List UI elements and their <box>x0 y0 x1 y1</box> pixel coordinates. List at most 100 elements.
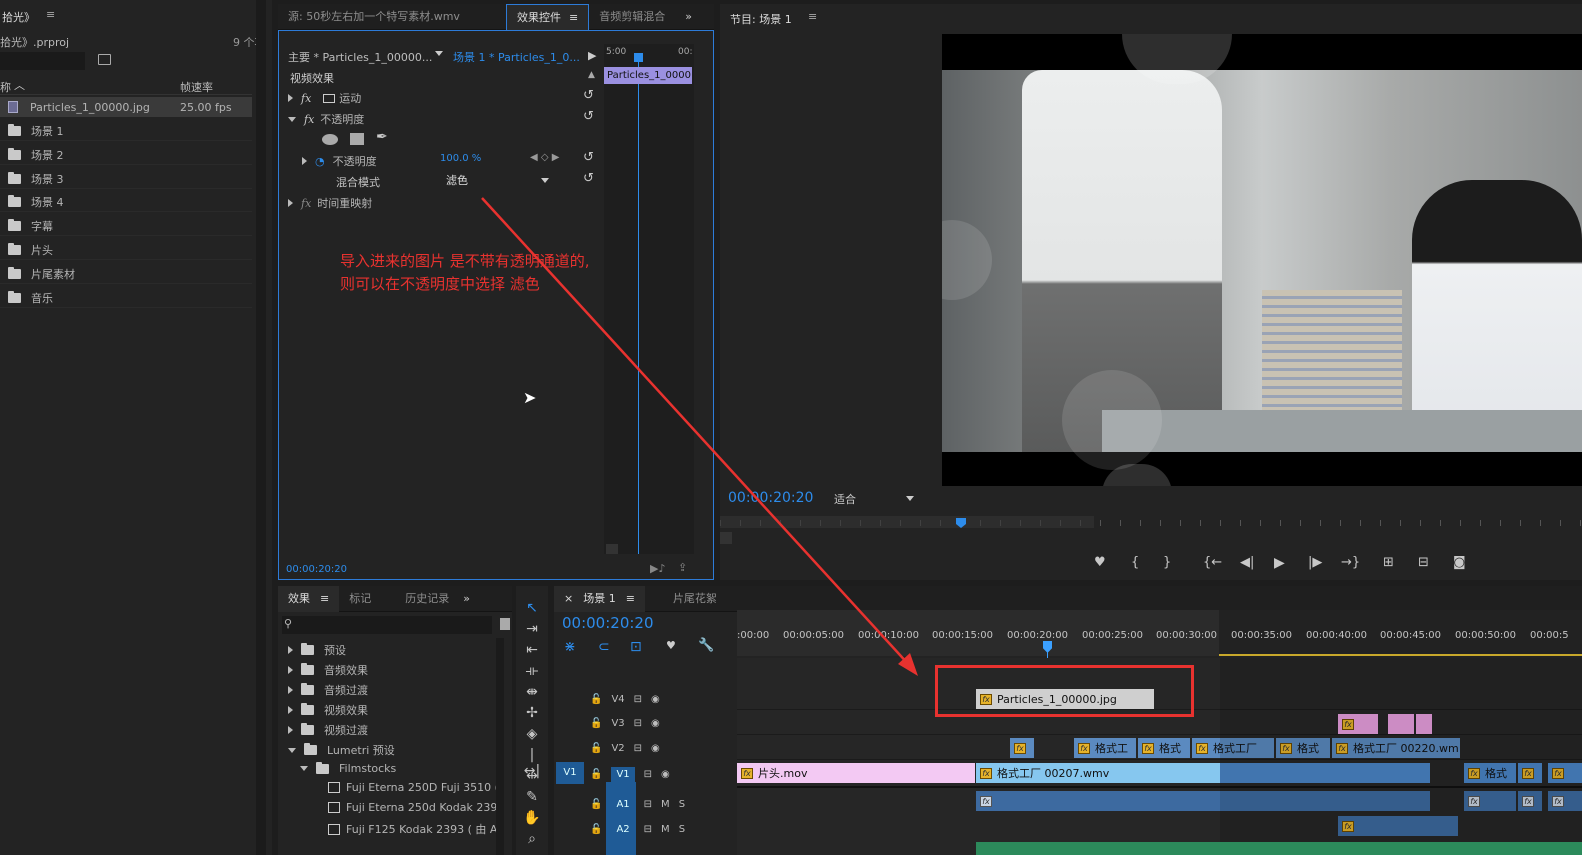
rolling-edit-tool-icon[interactable]: ⟛ <box>522 663 542 679</box>
go-to-out-icon[interactable]: →} <box>1341 555 1360 570</box>
hand-tool-icon[interactable]: ✋ <box>522 810 542 826</box>
project-item-subtitles[interactable]: 字幕 <box>0 216 252 236</box>
effects-item-presets[interactable]: 预设 <box>288 642 346 658</box>
expand-icon[interactable] <box>288 686 293 694</box>
export-icon[interactable]: ▶♪ <box>650 562 665 575</box>
new-bin-icon[interactable] <box>98 54 111 65</box>
mark-out-icon[interactable]: } <box>1163 555 1171 570</box>
step-forward-icon[interactable]: |▶ <box>1308 555 1322 570</box>
hamburger-icon[interactable]: ≡ <box>320 592 329 605</box>
effects-item-audio-effects[interactable]: 音频效果 <box>288 662 368 678</box>
collapse-icon[interactable] <box>288 747 296 753</box>
sync-icon[interactable]: ⊟ <box>634 694 642 705</box>
program-ruler[interactable] <box>720 512 1582 530</box>
sync-icon[interactable]: ⊟ <box>644 769 652 780</box>
reset-icon[interactable]: ↺ <box>583 150 594 165</box>
master-clip-label[interactable]: 主要 * Particles_1_00000... <box>288 49 432 65</box>
mute-button[interactable]: M <box>661 824 670 835</box>
wrench-icon[interactable]: 🔧 <box>698 638 714 653</box>
zoom-select[interactable]: 适合 <box>834 491 914 507</box>
mark-in-icon[interactable]: { <box>1131 555 1139 570</box>
clip-v1-main[interactable]: fx 格式工厂 00207.wmv <box>976 763 1220 783</box>
project-title[interactable]: 拾光》 <box>2 9 35 25</box>
pen-tool-icon[interactable]: ✎ <box>522 789 542 805</box>
effects-scrollbar[interactable] <box>496 638 504 855</box>
stopwatch-icon[interactable]: ◔ <box>315 155 325 168</box>
col-name-header[interactable]: 称 <box>0 79 11 95</box>
lock-icon[interactable]: 🔓 <box>590 718 602 729</box>
track-label[interactable]: V4 <box>611 694 624 705</box>
track-label[interactable]: V1 <box>611 767 635 782</box>
program-title[interactable]: 节目: 场景 1 <box>730 11 792 27</box>
effect-controls-timecode[interactable]: 00:00:20:20 <box>286 564 347 575</box>
master-dropdown-icon[interactable] <box>435 51 443 56</box>
lock-icon[interactable]: 🔓 <box>590 694 602 705</box>
tab-source[interactable]: 源: 50秒左右加一个特写素材.wmv <box>278 4 506 30</box>
snap-icon[interactable]: ⋇ <box>564 639 576 655</box>
eye-icon[interactable]: ◉ <box>651 718 660 729</box>
clip-intro[interactable]: fx 片头.mov <box>737 763 975 783</box>
rate-stretch-tool-icon[interactable]: ✢ <box>522 705 542 721</box>
razor-tool-icon[interactable]: ◈ <box>522 726 542 742</box>
sync-icon[interactable]: ⊟ <box>644 824 652 835</box>
lock-icon[interactable]: 🔓 <box>590 743 602 754</box>
video-frame[interactable] <box>942 34 1582 486</box>
extract-icon[interactable]: ⊟ <box>1418 555 1429 570</box>
timeline-timecode[interactable]: 00:00:20:20 <box>562 614 654 632</box>
program-timecode[interactable]: 00:00:20:20 <box>728 490 813 506</box>
opacity-value[interactable]: 100.0 % <box>440 153 481 164</box>
project-item-ending[interactable]: 片尾素材 <box>0 264 252 284</box>
scroll-up-icon[interactable]: ▲ <box>588 70 595 80</box>
lock-icon[interactable]: 🔓 <box>590 769 602 780</box>
project-item-scene2[interactable]: 场景 2 <box>0 145 252 165</box>
reset-icon[interactable]: ↺ <box>583 171 594 186</box>
close-icon[interactable]: × <box>564 592 573 605</box>
tab-audio-mixer[interactable]: 音频剪辑混合 <box>589 4 675 30</box>
clip-a3-green[interactable] <box>976 842 1582 855</box>
sync-icon[interactable]: ⊟ <box>634 718 642 729</box>
eye-icon[interactable]: ◉ <box>661 769 670 780</box>
clip-v2-short[interactable]: fx <box>1010 738 1034 758</box>
play-icon[interactable]: ▶ <box>1274 555 1285 571</box>
project-search-input[interactable] <box>0 52 85 70</box>
project-item-scene4[interactable]: 场景 4 <box>0 192 252 212</box>
eye-icon[interactable]: ◉ <box>651 743 660 754</box>
step-back-icon[interactable]: ◀| <box>1240 555 1254 570</box>
fx-icon[interactable]: fx <box>304 113 314 126</box>
effects-item-fuji-2[interactable]: Fuji Eterna 250d Kodak 2395 <box>328 801 504 814</box>
hamburger-icon[interactable]: ≡ <box>626 592 635 605</box>
panel-overflow-icon[interactable]: » <box>675 4 702 30</box>
effects-item-lumetri[interactable]: Lumetri 预设 <box>288 742 395 758</box>
solo-button[interactable]: S <box>679 824 685 835</box>
mini-timeline[interactable]: 5:00 00: Particles_1_0000 <box>604 44 694 554</box>
mini-scrollbar[interactable] <box>606 544 618 554</box>
track-label[interactable]: A2 <box>611 822 635 837</box>
expand-icon[interactable] <box>288 94 293 102</box>
fx-icon[interactable]: fx <box>301 197 311 210</box>
share-icon[interactable]: ⇪ <box>678 561 687 574</box>
tab-markers[interactable]: 标记 <box>339 586 381 612</box>
track-label[interactable]: V3 <box>611 718 624 729</box>
sync-icon[interactable]: ⊟ <box>644 799 652 810</box>
collapse-icon[interactable] <box>300 766 308 771</box>
effects-item-fuji-1[interactable]: Fuji Eterna 250D Fuji 3510 ( <box>328 781 499 794</box>
linked-select-icon[interactable]: ⊂ <box>598 639 610 655</box>
tab-effect-controls[interactable]: 效果控件 ≡ <box>506 3 590 30</box>
effect-motion[interactable]: fx 运动 <box>288 90 361 106</box>
go-to-in-icon[interactable]: {← <box>1203 555 1222 570</box>
project-item-scene3[interactable]: 场景 3 <box>0 169 252 189</box>
sequence-clip-label[interactable]: 场景 1 * Particles_1_0... <box>453 49 580 65</box>
lock-icon[interactable]: 🔓 <box>590 824 602 835</box>
add-marker-icon[interactable]: ♥ <box>1094 555 1106 570</box>
rate-stretch-tool-icon[interactable]: ⇼ <box>522 684 542 700</box>
clip-v2-a[interactable]: fx 格式工 <box>1074 738 1136 758</box>
effects-item-filmstocks[interactable]: Filmstocks <box>300 761 396 775</box>
add-marker-icon[interactable]: ⊡ <box>630 639 642 655</box>
project-item-intro[interactable]: 片头 <box>0 240 252 260</box>
effect-time-remap[interactable]: fx 时间重映射 <box>288 195 372 211</box>
effects-item-video-effects[interactable]: 视频效果 <box>288 702 368 718</box>
ellipse-mask-icon[interactable] <box>322 134 338 145</box>
project-scrollbar[interactable] <box>256 0 266 855</box>
track-label[interactable]: A1 <box>611 797 635 812</box>
mute-button[interactable]: M <box>661 799 670 810</box>
